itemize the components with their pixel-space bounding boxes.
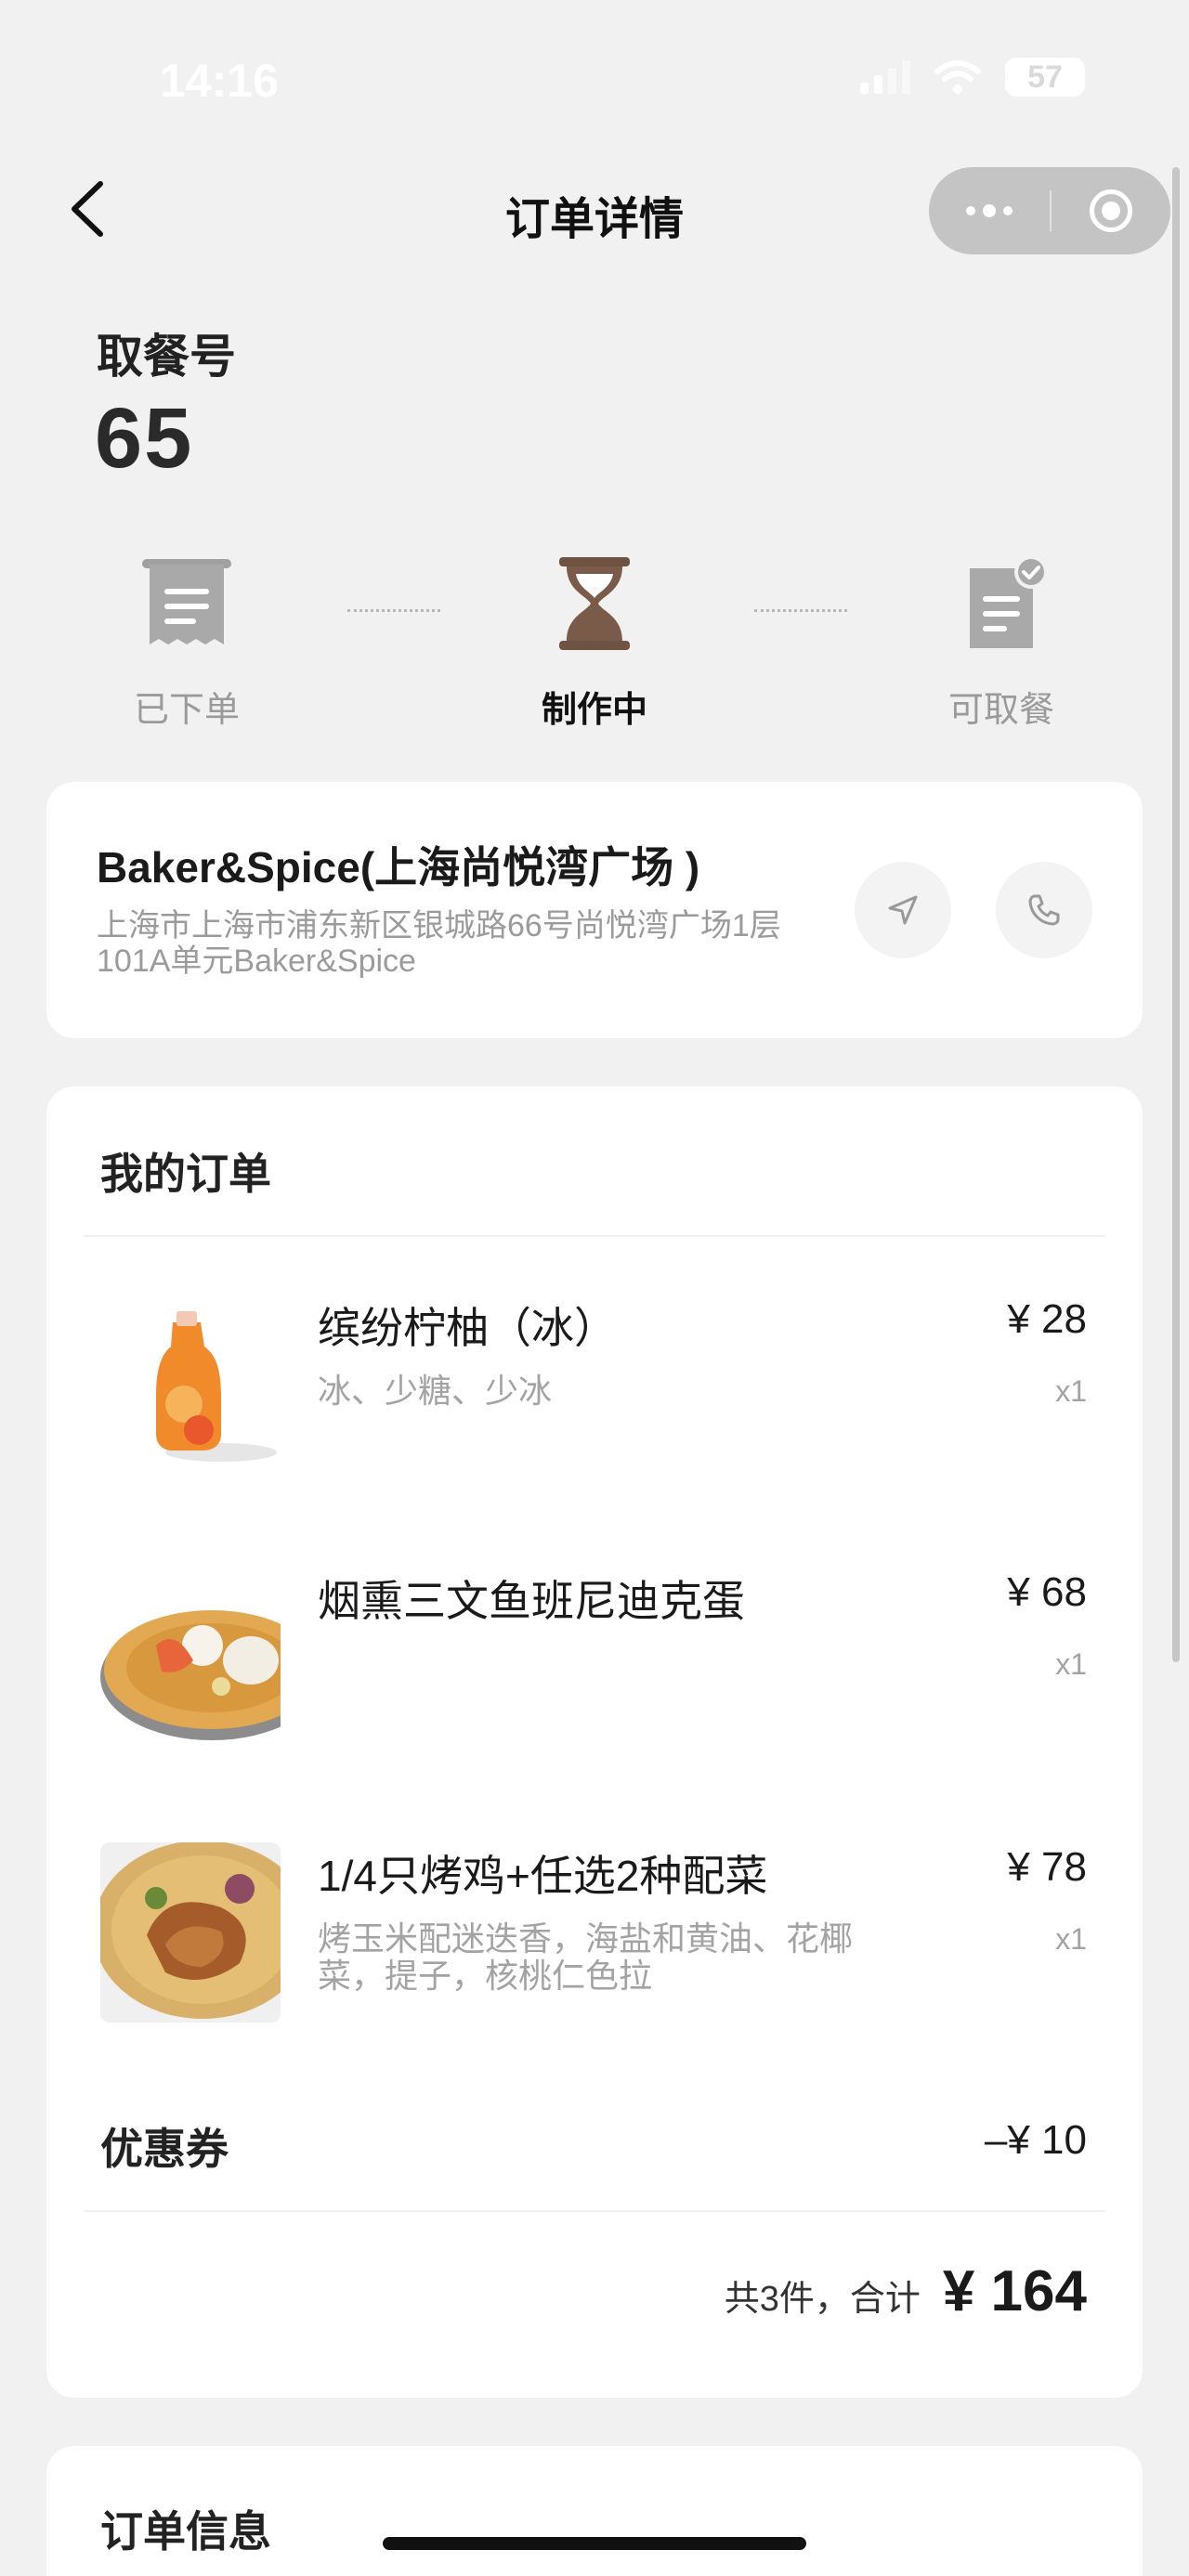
item-price: ¥ 78 — [1007, 1844, 1087, 1890]
hourglass-icon — [559, 557, 630, 650]
step-ordered-label: 已下单 — [133, 691, 240, 730]
order-info-title: 订单信息 — [100, 2507, 271, 2556]
item-quantity: x1 — [1055, 1374, 1087, 1408]
item-quantity: x1 — [1055, 1922, 1087, 1956]
step-ready-label: 可取餐 — [947, 691, 1054, 730]
item-image-chicken — [100, 1842, 281, 2023]
item-price: ¥ 68 — [1007, 1569, 1087, 1615]
pickup-number: 65 — [95, 391, 194, 486]
scrollbar[interactable] — [1172, 167, 1180, 1662]
store-address: 上海市上海市浦东新区银城路66号尚悦湾广场1层101A单元Baker&Spice — [97, 908, 781, 979]
item-name: 缤纷柠柚（冰） — [318, 1304, 617, 1352]
divider — [84, 2210, 1105, 2212]
step-preparing-label: 制作中 — [541, 691, 647, 730]
order-section-title: 我的订单 — [100, 1150, 271, 1198]
wifi-icon — [934, 60, 981, 94]
divider — [84, 1235, 1105, 1237]
item-price: ¥ 28 — [1007, 1296, 1087, 1342]
item-image-drink — [100, 1295, 281, 1475]
document-check-icon — [970, 555, 1048, 648]
store-name: Baker&Spice(上海尚悦湾广场 ) — [97, 843, 700, 891]
step-connector — [754, 609, 847, 613]
mini-program-capsule — [929, 167, 1170, 254]
item-quantity: x1 — [1055, 1647, 1087, 1681]
target-icon — [1090, 189, 1132, 232]
order-total: ¥ 164 — [942, 2259, 1087, 2323]
item-name: 烟熏三文鱼班尼迪克蛋 — [318, 1577, 745, 1625]
receipt-icon — [142, 559, 231, 644]
navigation-arrow-icon — [888, 895, 918, 925]
item-name: 1/4只烤鸡+任选2种配菜 — [318, 1852, 768, 1900]
status-time: 14:16 — [160, 55, 279, 107]
item-options: 烤玉米配迷迭香，海盐和黄油、花椰菜，提子，核桃仁色拉 — [318, 1919, 854, 1995]
step-preparing: 制作中 — [455, 555, 734, 732]
home-indicator[interactable] — [383, 2537, 806, 2550]
order-total-row: 共3件，合计 ¥ 164 — [725, 2258, 1087, 2324]
pickup-label: 取餐号 — [97, 331, 236, 383]
item-image-eggs — [100, 1568, 281, 1748]
step-ordered: 已下单 — [47, 555, 326, 732]
coupon-label: 优惠券 — [100, 2125, 229, 2173]
item-options: 冰、少糖、少冰 — [318, 1372, 553, 1410]
step-ready: 可取餐 — [862, 555, 1141, 732]
more-menu-button[interactable] — [929, 204, 1050, 217]
step-connector — [347, 609, 440, 613]
signal-icon — [860, 60, 910, 94]
status-icons: 57 — [860, 58, 1085, 97]
phone-icon — [1028, 894, 1060, 926]
call-button[interactable] — [996, 862, 1092, 958]
coupon-value: –¥ 10 — [984, 2117, 1087, 2163]
close-program-button[interactable] — [1052, 189, 1170, 232]
navigate-button[interactable] — [855, 862, 951, 958]
battery-indicator: 57 — [1005, 58, 1085, 97]
order-summary-label: 共3件，合计 — [724, 2280, 921, 2319]
